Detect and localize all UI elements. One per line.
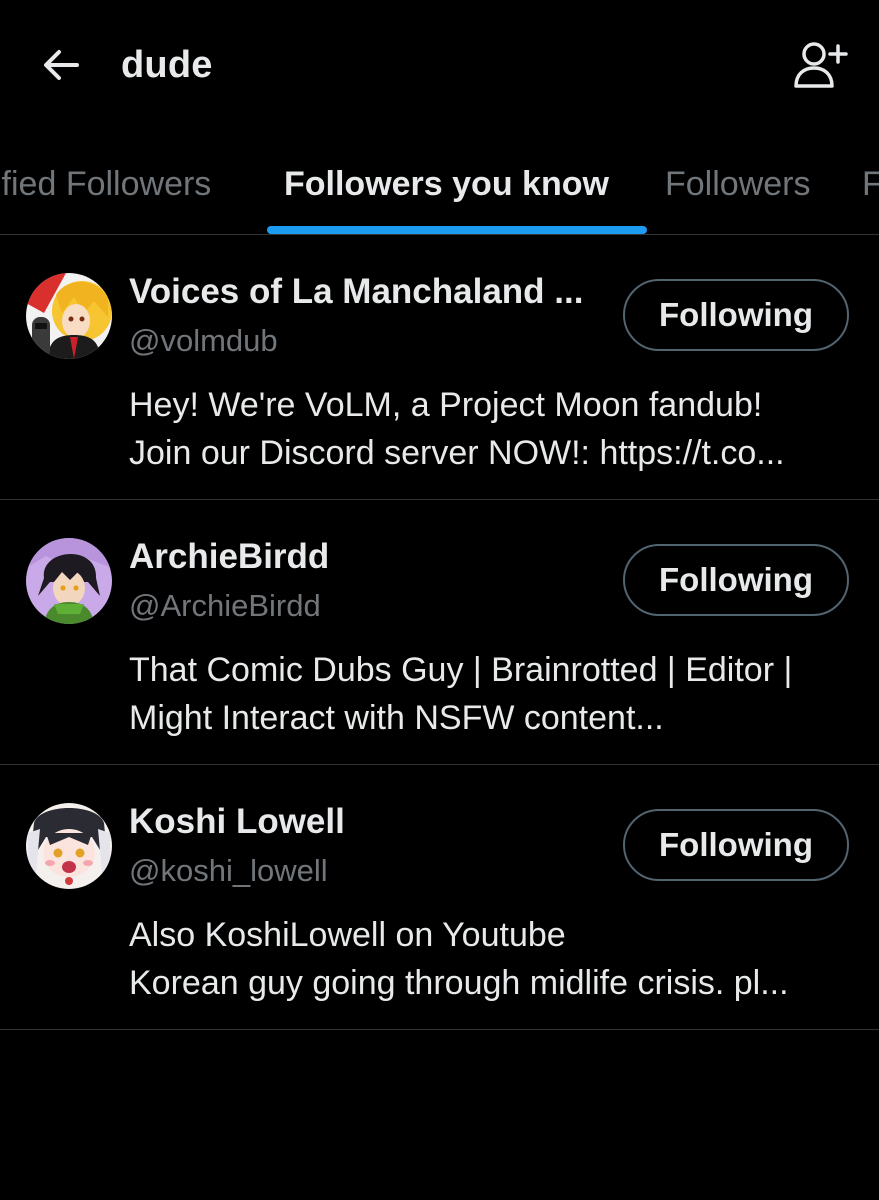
following-button[interactable]: Following bbox=[623, 544, 849, 616]
user-handle: @volmdub bbox=[129, 323, 278, 358]
user-handle: @koshi_lowell bbox=[129, 853, 328, 888]
avatar[interactable] bbox=[26, 538, 112, 624]
add-user-button[interactable] bbox=[788, 36, 852, 94]
followers-tabs: ified Followers Followers you know Follo… bbox=[0, 140, 879, 235]
avatar[interactable] bbox=[26, 273, 112, 359]
arrow-left-icon bbox=[44, 50, 79, 80]
active-tab-indicator bbox=[267, 226, 647, 234]
tab-followers-you-know[interactable]: Followers you know bbox=[284, 160, 609, 208]
bio-line: Also KoshiLowell on Youtube bbox=[129, 916, 566, 954]
user-bio: That Comic Dubs Guy | Brainrotted | Edit… bbox=[129, 646, 859, 742]
bio-line: Hey! We're VoLM, a Project Moon fandub! bbox=[129, 386, 763, 424]
user-list: Voices of La Manchaland ... @volmdub Fol… bbox=[0, 235, 879, 1030]
user-cell[interactable]: Koshi Lowell @koshi_lowell Following Als… bbox=[0, 765, 879, 1030]
person-plus-icon bbox=[794, 42, 848, 88]
user-cell[interactable]: Voices of La Manchaland ... @volmdub Fol… bbox=[0, 235, 879, 500]
display-name[interactable]: Koshi Lowell bbox=[129, 798, 609, 846]
tab-following[interactable]: F bbox=[862, 160, 879, 208]
user-cell[interactable]: ArchieBirdd @ArchieBirdd Following That … bbox=[0, 500, 879, 765]
page-title: dude bbox=[121, 44, 213, 86]
back-button[interactable] bbox=[36, 40, 86, 90]
top-bar: dude bbox=[0, 0, 879, 130]
bio-line: That Comic Dubs Guy | Brainrotted | Edit… bbox=[129, 651, 793, 689]
user-bio: Hey! We're VoLM, a Project Moon fandub! … bbox=[129, 381, 859, 477]
following-button[interactable]: Following bbox=[623, 809, 849, 881]
tab-verified-followers[interactable]: ified Followers bbox=[0, 160, 211, 208]
user-handle: @ArchieBirdd bbox=[129, 588, 321, 623]
display-name[interactable]: ArchieBirdd bbox=[129, 533, 609, 581]
following-button[interactable]: Following bbox=[623, 279, 849, 351]
bio-line: Might Interact with NSFW content... bbox=[129, 699, 664, 737]
avatar[interactable] bbox=[26, 803, 112, 889]
user-bio: Also KoshiLowell on Youtube Korean guy g… bbox=[129, 911, 859, 1007]
display-name[interactable]: Voices of La Manchaland ... bbox=[129, 268, 609, 316]
bio-line: Korean guy going through midlife crisis.… bbox=[129, 964, 789, 1002]
tab-followers[interactable]: Followers bbox=[665, 160, 810, 208]
bio-line: Join our Discord server NOW!: https://t.… bbox=[129, 434, 785, 472]
